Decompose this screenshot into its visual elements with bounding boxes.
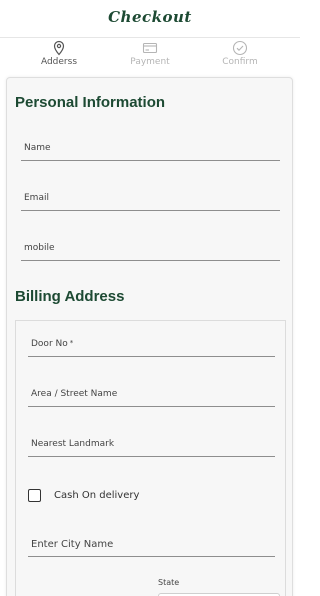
checkout-steps: Adderss Payment Confirm <box>0 38 300 72</box>
step-label: Confirm <box>222 57 258 67</box>
billing-address-box: Door No * Area / Street Name Nearest Land… <box>15 320 286 596</box>
mobile-label: mobile <box>24 243 55 253</box>
name-field[interactable]: Name <box>21 139 280 161</box>
landmark-label: Nearest Landmark <box>31 439 115 449</box>
step-label: Adderss <box>40 57 78 67</box>
step-payment[interactable]: Payment <box>110 40 190 67</box>
check-circle-icon <box>232 40 248 56</box>
page-title: Checkout <box>108 7 192 26</box>
state-label: State <box>158 578 180 587</box>
step-label: Payment <box>130 57 170 67</box>
header: Checkout <box>0 0 300 38</box>
door-no-label: Door No * <box>31 339 74 349</box>
street-label: Area / Street Name <box>31 389 118 399</box>
location-pin-icon <box>53 40 65 56</box>
cod-option[interactable]: Cash On delivery <box>28 489 139 502</box>
checkout-form-card: Personal Information Name Email mobile B… <box>6 77 293 596</box>
personal-info-heading: Personal Information <box>15 94 166 111</box>
email-label: Email <box>24 193 49 203</box>
landmark-field[interactable]: Nearest Landmark <box>28 435 275 457</box>
street-field[interactable]: Area / Street Name <box>28 385 275 407</box>
email-field[interactable]: Email <box>21 189 280 211</box>
city-label: Enter City Name <box>31 539 114 550</box>
step-address[interactable]: Adderss <box>19 40 99 67</box>
billing-address-heading: Billing Address <box>15 288 125 305</box>
door-no-field[interactable]: Door No * <box>28 335 275 357</box>
cod-label: Cash On delivery <box>54 490 140 501</box>
name-label: Name <box>24 143 51 153</box>
credit-card-icon <box>142 42 158 54</box>
cod-checkbox[interactable] <box>28 489 41 502</box>
mobile-field[interactable]: mobile <box>21 239 280 261</box>
city-field[interactable]: Enter City Name <box>28 535 275 557</box>
step-confirm[interactable]: Confirm <box>200 40 280 67</box>
